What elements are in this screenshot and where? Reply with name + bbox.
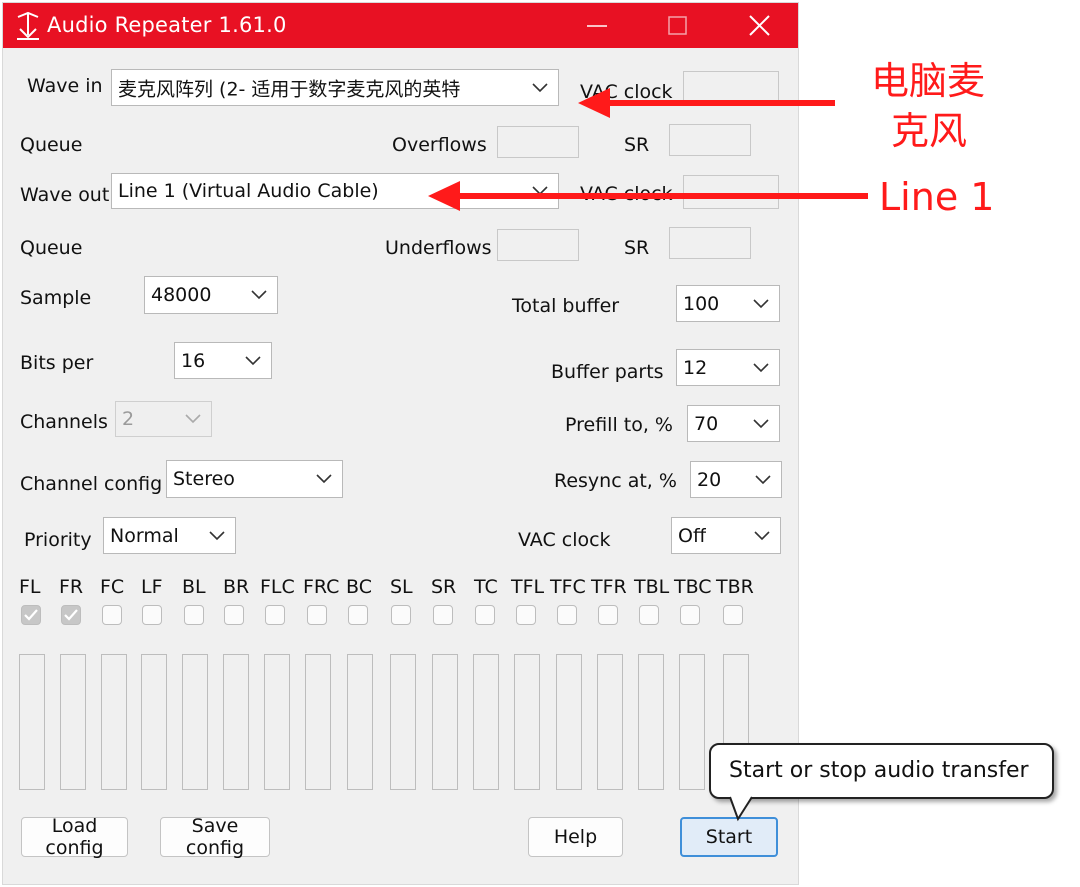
annotation-mic-line1: 电脑麦 (871, 59, 986, 103)
annotation-line1: Line 1 (879, 175, 995, 219)
annotation-mic-line2: 克风 (891, 109, 968, 153)
arrow-to-wave-out (428, 181, 868, 211)
arrow-to-wave-in (578, 88, 835, 118)
